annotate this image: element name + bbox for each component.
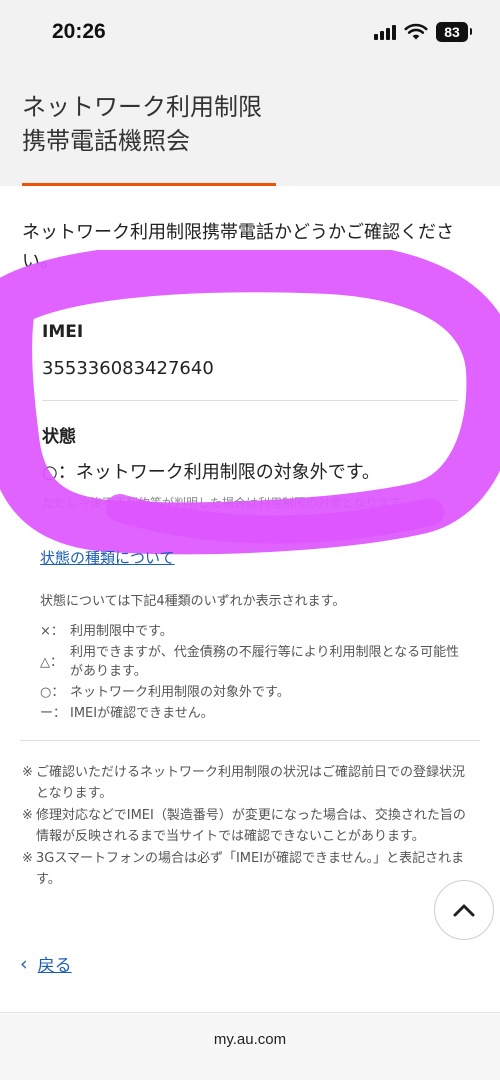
status-legend: ×： 利用制限中です。 △： 利用できますが、代金債務の不履行等により利用制限と… <box>40 622 460 725</box>
result-divider <box>42 400 458 401</box>
footnote-mark: ※ <box>22 765 33 780</box>
legend-item: ○： ネットワーク利用制限の対象外です。 <box>40 683 460 702</box>
legend-symbol: ×： <box>40 624 64 639</box>
footnote-text: ご確認いただけるネットワーク利用制限の状況はご確認前日での登録状況となります。 <box>36 765 466 801</box>
status-types-link[interactable]: 状態の種類について <box>40 547 175 568</box>
footnotes: ※ ご確認いただけるネットワーク利用制限の状況はご確認前日での登録状況となります… <box>22 762 478 891</box>
legend-text: ネットワーク利用制限の対象外です。 <box>70 685 290 700</box>
battery-icon: 83 <box>436 22 472 42</box>
status-note: ただし今後不正契約等が判明した場合は利用制限の対象となります。 <box>42 496 413 510</box>
status-value: ○：ネットワーク利用制限の対象外です。 <box>42 462 380 483</box>
page-header: ネットワーク利用制限 携帯電話機照会 <box>0 64 500 186</box>
legend-symbol: ー： <box>40 706 67 721</box>
imei-value: 355336083427640 <box>42 358 214 379</box>
legend-symbol: ○： <box>40 685 65 700</box>
signal-icon <box>374 24 396 40</box>
back-link-label[interactable]: 戻る <box>38 951 72 976</box>
footnote-mark: ※ <box>22 808 33 823</box>
highlight-scribble <box>0 250 500 555</box>
legend-item: ー： IMEIが確認できません。 <box>40 704 460 723</box>
scroll-top-button[interactable] <box>434 880 494 940</box>
footnote: ※ ご確認いただけるネットワーク利用制限の状況はご確認前日での登録状況となります… <box>22 762 478 804</box>
footnote: ※ 3Gスマートフォンの場合は必ず「IMEIが確認できません。」と表記されます。 <box>22 848 478 890</box>
footnote-text: 修理対応などでIMEI（製造番号）が変更になった場合は、交換された旨の情報が反映… <box>36 808 466 844</box>
url-label[interactable]: my.au.com <box>0 1031 500 1048</box>
footnote-text: 3Gスマートフォンの場合は必ず「IMEIが確認できません。」と表記されます。 <box>36 851 465 887</box>
footnote-mark: ※ <box>22 851 33 866</box>
chevron-up-icon <box>453 904 475 917</box>
status-types-intro: 状態については下記4種類のいずれか表示されます。 <box>40 594 346 609</box>
intro-text: ネットワーク利用制限携帯電話かどうかご確認ください。 <box>22 222 454 272</box>
legend-symbol: △： <box>40 655 63 670</box>
wifi-icon <box>404 23 428 40</box>
section-divider <box>20 740 480 741</box>
page-title: ネットワーク利用制限 携帯電話機照会 <box>22 93 262 155</box>
back-link[interactable]: ‹ 戻る <box>20 951 72 977</box>
legend-item: △： 利用できますが、代金債務の不履行等により利用制限となる可能性があります。 <box>40 643 460 681</box>
title-underline <box>22 183 276 186</box>
status-icons: 83 <box>374 22 472 42</box>
imei-label: IMEI <box>42 322 84 342</box>
browser-bottom-bar: my.au.com <box>0 1012 500 1080</box>
status-bar: 20:26 83 <box>0 0 500 64</box>
legend-text: 利用制限中です。 <box>70 624 173 639</box>
legend-item: ×： 利用制限中です。 <box>40 622 460 641</box>
status-time: 20:26 <box>52 20 106 43</box>
footnote: ※ 修理対応などでIMEI（製造番号）が変更になった場合は、交換された旨の情報が… <box>22 805 478 847</box>
legend-text: 利用できますが、代金債務の不履行等により利用制限となる可能性があります。 <box>70 645 460 679</box>
status-label: 状態 <box>42 427 76 447</box>
legend-text: IMEIが確認できません。 <box>70 706 214 721</box>
chevron-left-icon: ‹ <box>20 952 28 975</box>
